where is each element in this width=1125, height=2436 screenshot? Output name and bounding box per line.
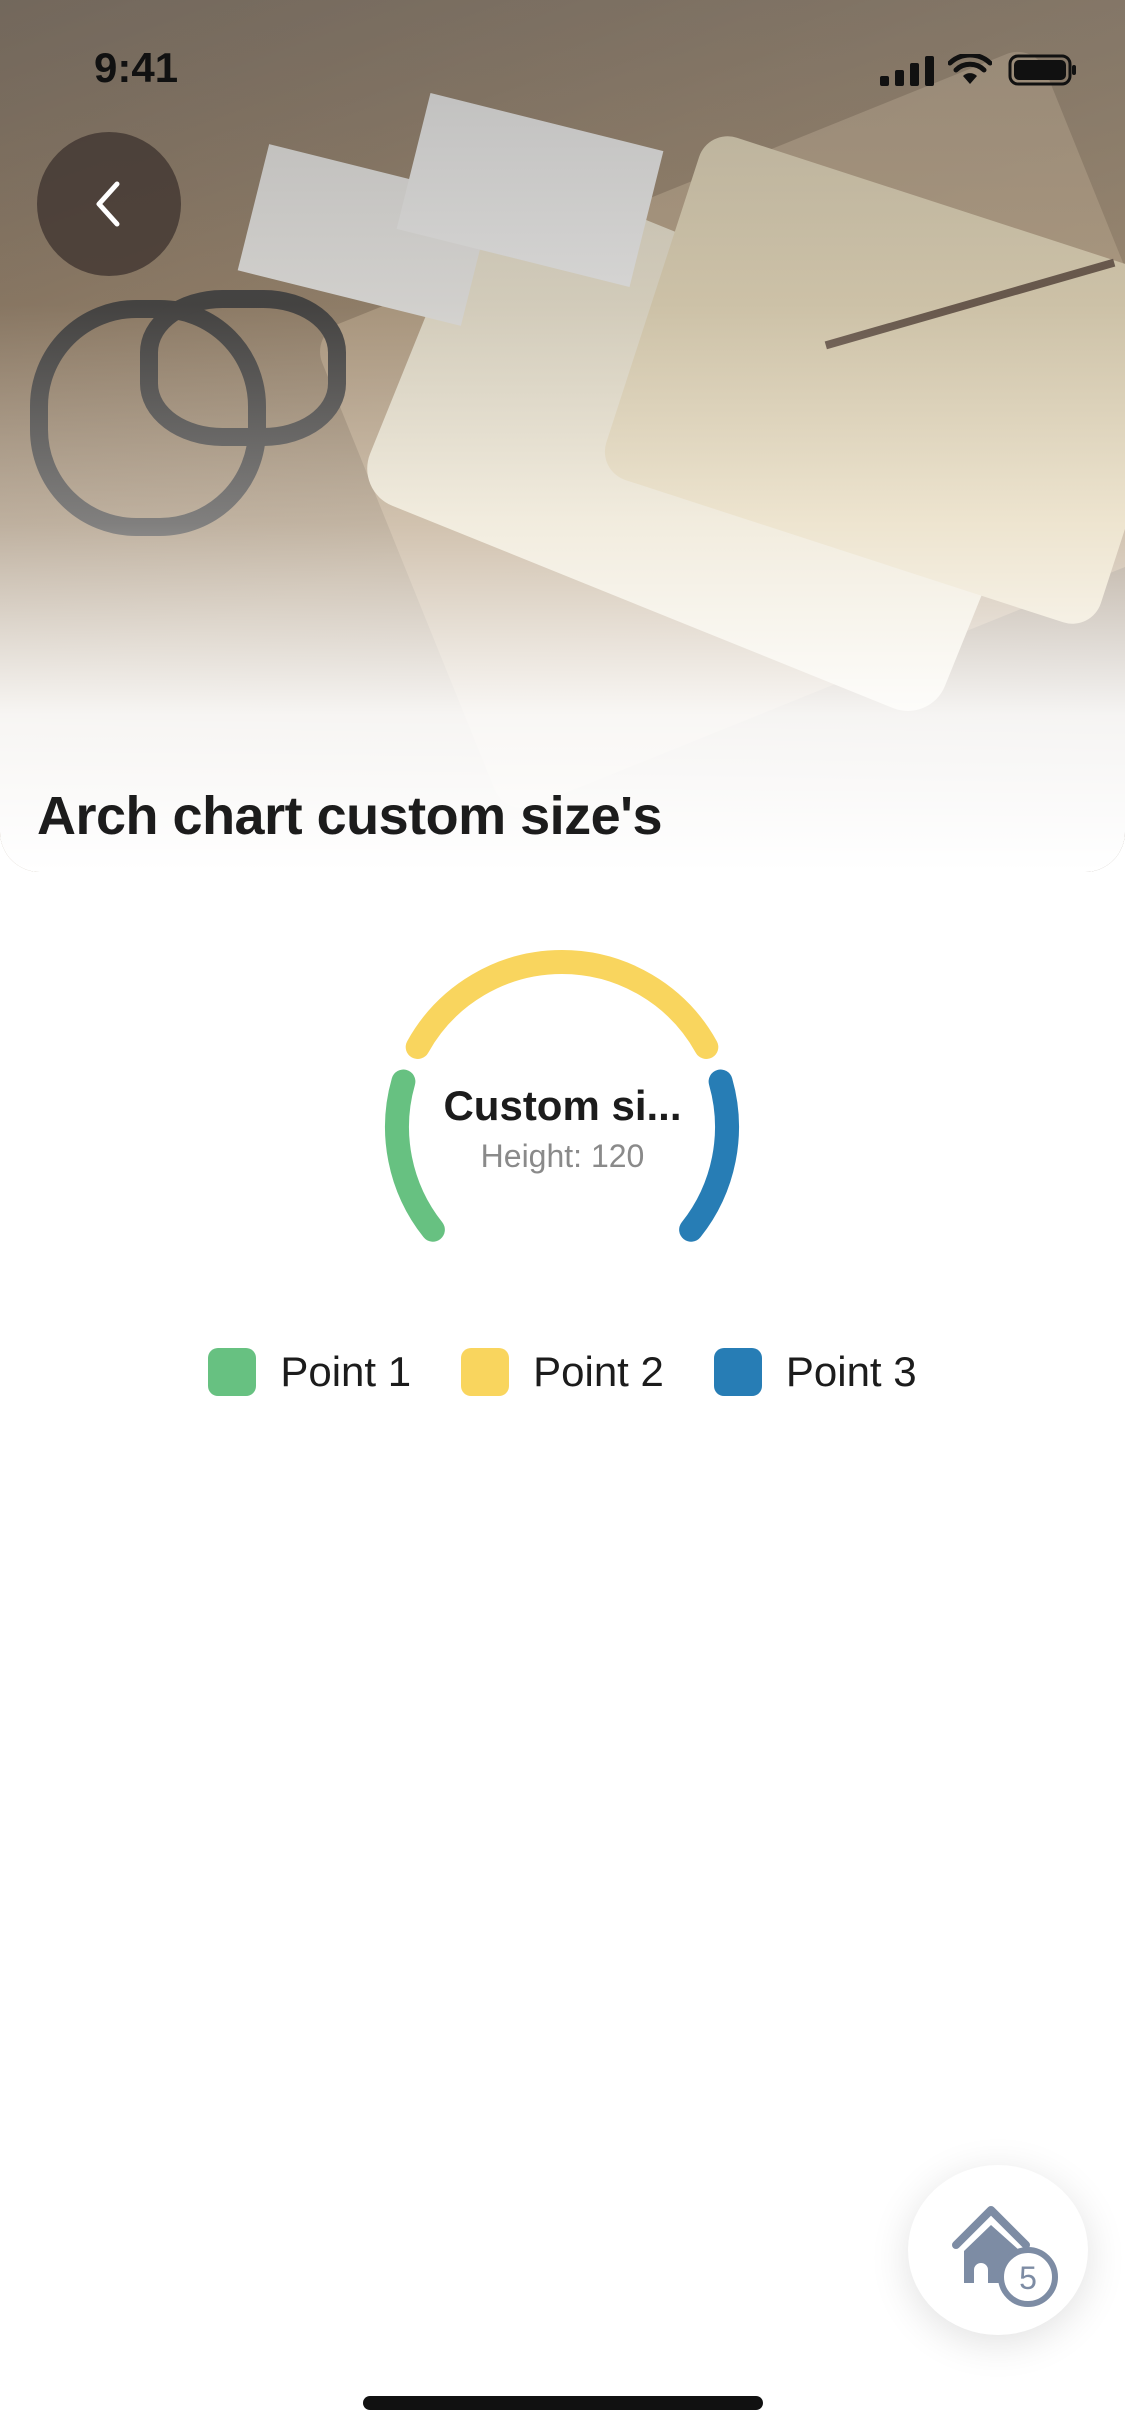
page-title: Arch chart custom size's — [37, 786, 663, 846]
home-indicator — [363, 2396, 763, 2410]
chart-center-subtitle: Height: 120 — [480, 1138, 645, 1174]
legend-swatch — [208, 1348, 257, 1396]
legend-label: Point 3 — [785, 1348, 917, 1395]
status-bar: 9:41 — [0, 40, 1125, 100]
arch-segment-2 — [405, 950, 719, 1060]
home-button[interactable]: 5 — [908, 2165, 1088, 2335]
legend-item-point-3[interactable]: Point 3 — [713, 1348, 917, 1396]
home-icon: 5 — [952, 2206, 1058, 2307]
legend-label: Point 2 — [533, 1348, 664, 1395]
legend-swatch — [461, 1348, 510, 1396]
chevron-left-icon — [96, 181, 120, 227]
legend-swatch — [713, 1348, 762, 1396]
chart-center-title: Custom si... — [443, 1082, 682, 1129]
chart-legend: Point 1 Point 2 Point 3 — [0, 1348, 1125, 1396]
status-time: 9:41 — [94, 44, 179, 91]
legend-item-point-2[interactable]: Point 2 — [461, 1348, 664, 1396]
battery-icon — [1008, 54, 1076, 86]
legend-label: Point 1 — [280, 1348, 412, 1395]
legend-item-point-1[interactable]: Point 1 — [208, 1348, 411, 1396]
back-button[interactable] — [37, 132, 181, 276]
header-image — [0, 0, 1125, 872]
signal-icon — [880, 56, 934, 86]
home-badge: 5 — [1019, 2260, 1037, 2296]
wifi-icon — [948, 54, 992, 84]
